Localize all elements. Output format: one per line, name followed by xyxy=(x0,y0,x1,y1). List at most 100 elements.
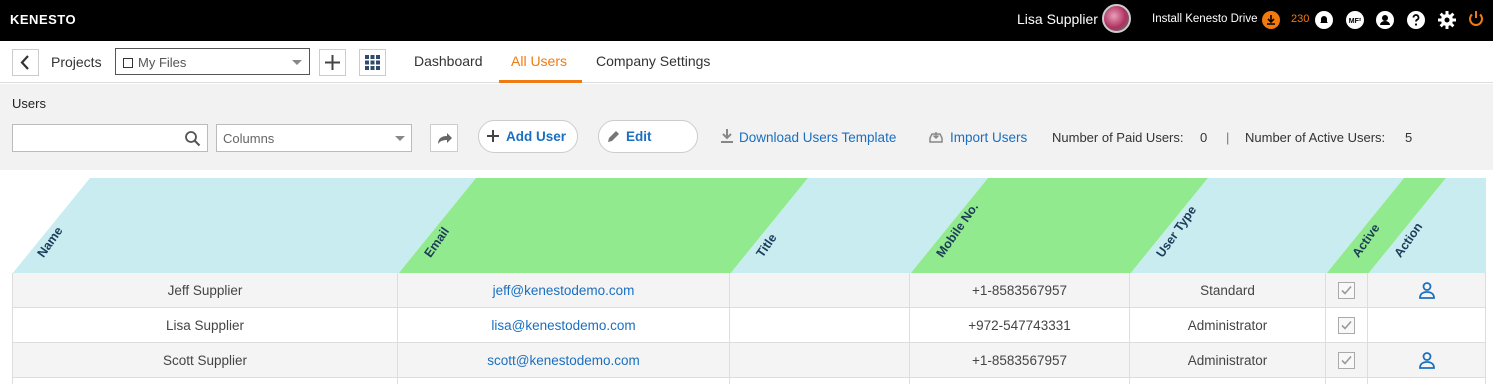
cell-user-type: Standard xyxy=(1130,273,1326,308)
cell-user-type: Administrator xyxy=(1130,343,1326,378)
add-project-button[interactable] xyxy=(319,49,346,76)
checkbox-icon xyxy=(123,58,133,68)
grid-icon xyxy=(365,55,380,70)
cell-name: Scott Supplier xyxy=(12,343,398,378)
active-users-label: Number of Active Users: xyxy=(1245,130,1386,145)
cell-mobile: +1-8583567957 xyxy=(910,273,1130,308)
plus-icon xyxy=(325,55,340,70)
users-toolbar: Users Columns Add User Edit Download Use… xyxy=(0,84,1493,170)
download-icon[interactable] xyxy=(719,128,735,144)
cell-email: jeff@kenestodemo.com xyxy=(398,273,730,308)
table-row[interactable]: Scott Supplier scott@kenestodemo.com +1-… xyxy=(12,343,1486,378)
account-icon[interactable] xyxy=(1375,10,1395,30)
edit-label: Edit xyxy=(626,129,652,144)
cell-email: scott@kenestodemo.com xyxy=(398,343,730,378)
cell-mobile: +972-547743331 xyxy=(910,308,1130,343)
svg-text:MF²: MF² xyxy=(1349,18,1362,25)
plus-icon xyxy=(487,130,499,142)
cell-title xyxy=(730,308,910,343)
tab-company-settings[interactable]: Company Settings xyxy=(596,53,710,69)
top-bar: KENESTO Lisa Supplier Install Kenesto Dr… xyxy=(0,0,1493,41)
cell-active xyxy=(1326,378,1368,384)
help-icon[interactable] xyxy=(1406,10,1426,30)
search-field[interactable] xyxy=(12,124,208,152)
cell-title xyxy=(730,343,910,378)
pencil-icon xyxy=(608,131,619,142)
settings-icon[interactable] xyxy=(1437,10,1457,30)
import-users-link[interactable]: Import Users xyxy=(950,130,1027,145)
table-row[interactable]: Lisa Supplier lisa@kenestodemo.com +972-… xyxy=(12,308,1486,343)
nav-bar: Projects My Files Dashboard All Users Co… xyxy=(0,41,1493,83)
paid-users-label: Number of Paid Users: xyxy=(1052,130,1184,145)
page-title: Users xyxy=(12,96,46,111)
cell-action xyxy=(1368,343,1486,378)
email-link[interactable]: scott@kenestodemo.com xyxy=(487,353,640,368)
table-header-background xyxy=(12,178,1486,274)
cell-action xyxy=(1368,308,1486,343)
import-icon[interactable] xyxy=(928,128,944,144)
cell-name xyxy=(12,378,398,384)
cell-mobile xyxy=(910,378,1130,384)
notification-count[interactable]: 230 xyxy=(1291,13,1309,25)
file-select[interactable]: My Files xyxy=(115,48,310,75)
cell-title xyxy=(730,378,910,384)
user-avatar[interactable] xyxy=(1102,4,1131,33)
user-name[interactable]: Lisa Supplier xyxy=(1017,11,1098,27)
columns-select-value: Columns xyxy=(223,131,275,146)
cell-active xyxy=(1326,308,1368,343)
share-arrow-icon xyxy=(438,133,452,144)
cell-active xyxy=(1326,343,1368,378)
active-checkbox[interactable] xyxy=(1337,282,1355,299)
download-users-template-link[interactable]: Download Users Template xyxy=(739,130,896,145)
cell-user-type xyxy=(1130,378,1326,384)
active-users-count: 5 xyxy=(1405,130,1413,145)
cell-mobile: +1-8583567957 xyxy=(910,343,1130,378)
tab-dashboard[interactable]: Dashboard xyxy=(414,53,483,69)
kenesto-logo[interactable]: KENESTO xyxy=(10,12,76,27)
share-button[interactable] xyxy=(430,124,458,152)
power-icon[interactable] xyxy=(1466,9,1486,29)
search-icon[interactable] xyxy=(184,130,201,147)
file-select-value: My Files xyxy=(138,55,187,70)
user-icon[interactable] xyxy=(1418,281,1436,299)
active-checkbox[interactable] xyxy=(1337,352,1355,369)
cell-action xyxy=(1368,273,1486,308)
user-icon[interactable] xyxy=(1418,351,1436,369)
chevron-left-icon xyxy=(20,55,29,70)
install-drive-link[interactable]: Install Kenesto Drive xyxy=(1152,13,1257,25)
check-icon xyxy=(1340,285,1352,295)
cell-name: Lisa Supplier xyxy=(12,308,398,343)
apps-grid-button[interactable] xyxy=(359,49,386,76)
search-input[interactable] xyxy=(17,129,177,147)
edit-button[interactable]: Edit xyxy=(598,120,698,153)
cell-user-type: Administrator xyxy=(1130,308,1326,343)
download-icon[interactable] xyxy=(1262,11,1280,29)
projects-link[interactable]: Projects xyxy=(51,54,102,70)
cell-name: Jeff Supplier xyxy=(12,273,398,308)
table-row xyxy=(12,378,1486,384)
active-tab-indicator xyxy=(499,80,582,83)
chevron-down-icon xyxy=(292,60,302,65)
table-body: Jeff Supplier jeff@kenestodemo.com +1-85… xyxy=(12,273,1486,384)
add-user-label: Add User xyxy=(506,129,567,144)
cell-email xyxy=(398,378,730,384)
back-button[interactable] xyxy=(12,49,39,76)
cell-active xyxy=(1326,273,1368,308)
chevron-down-icon xyxy=(395,136,405,141)
active-checkbox[interactable] xyxy=(1337,317,1355,334)
users-table: Name Email Title Mobile No. User Type Ac… xyxy=(12,178,1486,384)
columns-select[interactable]: Columns xyxy=(216,124,412,152)
bell-icon[interactable] xyxy=(1314,10,1334,30)
mfa-icon[interactable]: MF² xyxy=(1345,10,1365,30)
stat-separator: | xyxy=(1226,130,1230,145)
check-icon xyxy=(1340,355,1352,365)
email-link[interactable]: lisa@kenestodemo.com xyxy=(491,318,635,333)
cell-action xyxy=(1368,378,1486,384)
table-row[interactable]: Jeff Supplier jeff@kenestodemo.com +1-85… xyxy=(12,273,1486,308)
tab-all-users[interactable]: All Users xyxy=(511,53,567,69)
cell-title xyxy=(730,273,910,308)
add-user-button[interactable]: Add User xyxy=(478,120,578,153)
cell-email: lisa@kenestodemo.com xyxy=(398,308,730,343)
check-icon xyxy=(1340,320,1352,330)
email-link[interactable]: jeff@kenestodemo.com xyxy=(493,283,635,298)
